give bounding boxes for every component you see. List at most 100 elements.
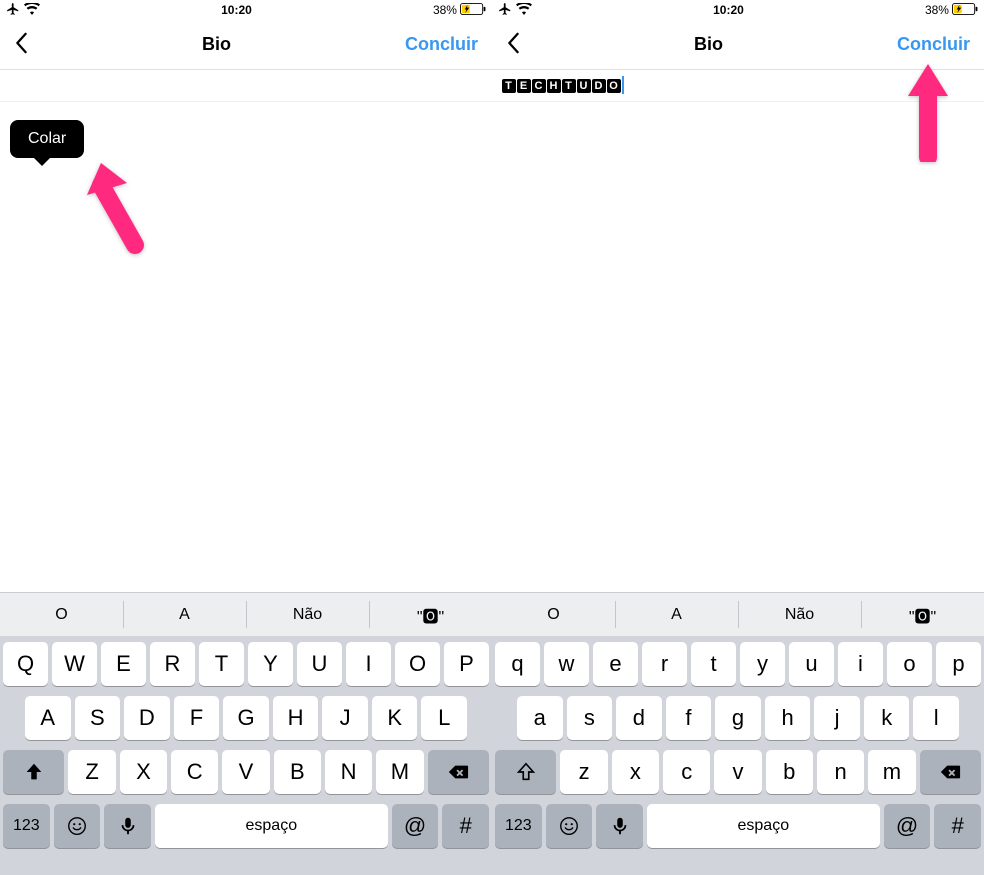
letter-key[interactable]: w <box>544 642 589 686</box>
letter-key[interactable]: e <box>593 642 638 686</box>
letter-key[interactable]: M <box>376 750 423 794</box>
suggestion[interactable]: "🅾" <box>369 593 492 636</box>
letter-key[interactable]: m <box>868 750 915 794</box>
letter-key[interactable]: U <box>297 642 342 686</box>
letter-key[interactable]: r <box>642 642 687 686</box>
nav-bar: Bio Concluir <box>492 20 984 70</box>
emoji-key[interactable] <box>54 804 101 848</box>
letter-key[interactable]: L <box>421 696 467 740</box>
done-button[interactable]: Concluir <box>897 34 970 55</box>
letter-key[interactable]: C <box>171 750 218 794</box>
letter-key[interactable]: x <box>612 750 659 794</box>
letter-key[interactable]: p <box>936 642 981 686</box>
done-button[interactable]: Concluir <box>405 34 478 55</box>
letter-key[interactable]: T <box>199 642 244 686</box>
letter-key[interactable]: X <box>120 750 167 794</box>
letter-key[interactable]: s <box>567 696 613 740</box>
emoji-key[interactable] <box>546 804 593 848</box>
letter-key[interactable]: Z <box>68 750 115 794</box>
letter-key[interactable]: h <box>765 696 811 740</box>
bio-text-area[interactable]: TECHTUDO <box>492 70 984 102</box>
suggestion[interactable]: "🅾" <box>861 593 984 636</box>
letter-key[interactable]: o <box>887 642 932 686</box>
letter-key[interactable]: b <box>766 750 813 794</box>
letter-key[interactable]: u <box>789 642 834 686</box>
at-key[interactable]: @ <box>392 804 439 848</box>
status-time: 10:20 <box>713 3 744 17</box>
letter-key[interactable]: S <box>75 696 121 740</box>
keyboard-right: O A Não "🅾" qwertyuiop asdfghjkl zxcvbnm… <box>492 592 984 875</box>
letter-key[interactable]: f <box>666 696 712 740</box>
letter-key[interactable]: t <box>691 642 736 686</box>
number-mode-key[interactable]: 123 <box>495 804 542 848</box>
shift-key[interactable] <box>495 750 556 794</box>
backspace-key[interactable] <box>428 750 489 794</box>
letter-key[interactable]: V <box>222 750 269 794</box>
letter-key[interactable]: W <box>52 642 97 686</box>
suggestion[interactable]: O <box>492 593 615 636</box>
dictation-key[interactable] <box>104 804 151 848</box>
letter-key[interactable]: k <box>864 696 910 740</box>
backspace-key[interactable] <box>920 750 981 794</box>
wifi-icon <box>516 3 532 18</box>
letter-key[interactable]: q <box>495 642 540 686</box>
dictation-key[interactable] <box>596 804 643 848</box>
status-bar: 10:20 38% <box>492 0 984 20</box>
keyboard-left: O A Não "🅾" QWERTYUIOP ASDFGHJKL ZXCVBNM… <box>0 592 492 875</box>
paste-menu[interactable]: Colar <box>10 120 84 158</box>
letter-key[interactable]: c <box>663 750 710 794</box>
suggestion[interactable]: A <box>123 593 246 636</box>
airplane-mode-icon <box>498 2 512 19</box>
letter-key[interactable]: i <box>838 642 883 686</box>
letter-key[interactable]: B <box>274 750 321 794</box>
letter-key[interactable]: P <box>444 642 489 686</box>
keyboard: O A Não "🅾" QWERTYUIOP ASDFGHJKL ZXCVBNM… <box>0 592 984 875</box>
space-key[interactable]: espaço <box>647 804 880 848</box>
letter-key[interactable]: H <box>273 696 319 740</box>
suggestion[interactable]: A <box>615 593 738 636</box>
bio-value: TECHTUDO <box>502 76 622 93</box>
letter-key[interactable]: v <box>714 750 761 794</box>
letter-key[interactable]: Q <box>3 642 48 686</box>
battery-icon <box>952 3 978 18</box>
hash-key[interactable]: # <box>442 804 489 848</box>
letter-key[interactable]: d <box>616 696 662 740</box>
letter-key[interactable]: Y <box>248 642 293 686</box>
letter-key[interactable]: I <box>346 642 391 686</box>
page-title: Bio <box>202 34 231 55</box>
shift-key[interactable] <box>3 750 64 794</box>
back-button[interactable] <box>14 31 28 59</box>
letter-key[interactable]: E <box>101 642 146 686</box>
suggestion[interactable]: O <box>0 593 123 636</box>
letter-key[interactable]: R <box>150 642 195 686</box>
paste-action[interactable]: Colar <box>28 130 66 147</box>
letter-key[interactable]: K <box>372 696 418 740</box>
battery-percent: 38% <box>433 3 457 17</box>
letter-key[interactable]: a <box>517 696 563 740</box>
letter-key[interactable]: j <box>814 696 860 740</box>
airplane-mode-icon <box>6 2 20 19</box>
letter-key[interactable]: D <box>124 696 170 740</box>
suggestion[interactable]: Não <box>738 593 861 636</box>
letter-key[interactable]: N <box>325 750 372 794</box>
suggestion-bar: O A Não "🅾" <box>492 592 984 636</box>
back-button[interactable] <box>506 31 520 59</box>
letter-key[interactable]: n <box>817 750 864 794</box>
at-key[interactable]: @ <box>884 804 931 848</box>
letter-key[interactable]: l <box>913 696 959 740</box>
letter-key[interactable]: J <box>322 696 368 740</box>
page-title: Bio <box>694 34 723 55</box>
status-bar: 10:20 38% <box>0 0 492 20</box>
number-mode-key[interactable]: 123 <box>3 804 50 848</box>
suggestion[interactable]: Não <box>246 593 369 636</box>
letter-key[interactable]: O <box>395 642 440 686</box>
letter-key[interactable]: F <box>174 696 220 740</box>
bio-text-area[interactable] <box>0 70 492 102</box>
letter-key[interactable]: A <box>25 696 71 740</box>
letter-key[interactable]: g <box>715 696 761 740</box>
hash-key[interactable]: # <box>934 804 981 848</box>
space-key[interactable]: espaço <box>155 804 388 848</box>
letter-key[interactable]: y <box>740 642 785 686</box>
letter-key[interactable]: z <box>560 750 607 794</box>
letter-key[interactable]: G <box>223 696 269 740</box>
